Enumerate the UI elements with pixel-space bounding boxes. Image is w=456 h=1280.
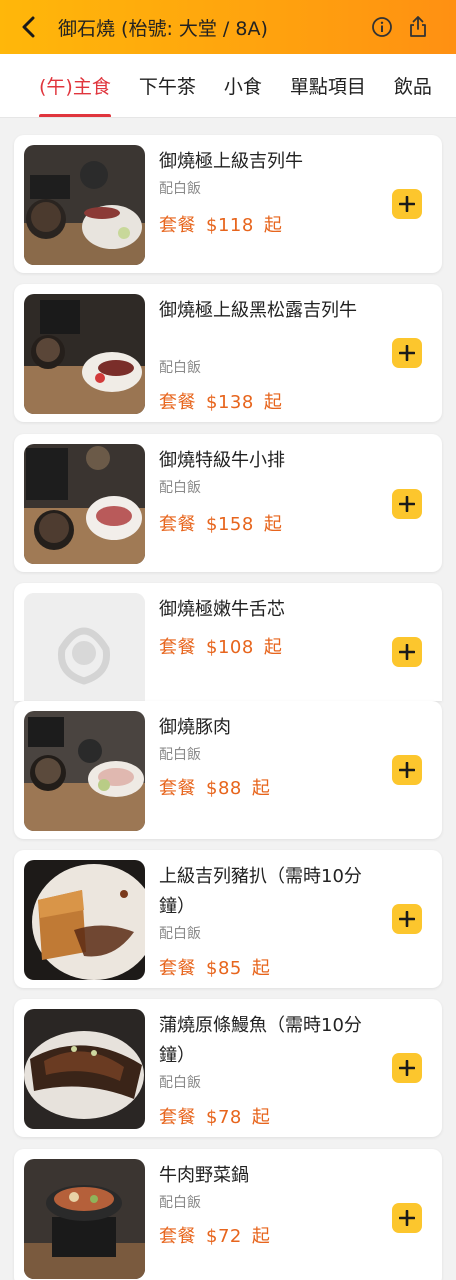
- item-price: 套餐 $88 起: [159, 774, 270, 800]
- item-price: 套餐 $158 起: [159, 510, 282, 536]
- tab-drinks[interactable]: 飲品: [394, 54, 432, 117]
- price-amount: $158: [206, 514, 254, 535]
- add-button[interactable]: [392, 1203, 422, 1233]
- price-suffix: 起: [251, 1226, 271, 1247]
- price-amount: $108: [206, 637, 254, 658]
- chevron-left-icon: [22, 16, 35, 38]
- item-name: 御燒極上級黑松露吉列牛: [159, 300, 357, 321]
- item-price: 套餐 $118 起: [159, 211, 282, 237]
- menu-item[interactable]: 蒲燒原條鰻魚（需時10分鐘） 配白飯 套餐 $78 起: [14, 999, 442, 1137]
- price-suffix: 起: [251, 958, 271, 979]
- item-subtitle: 配白飯: [159, 1195, 201, 1211]
- price-suffix: 起: [263, 215, 283, 236]
- tab-afternoon-tea[interactable]: 下午茶: [139, 54, 196, 117]
- price-suffix: 起: [251, 1107, 271, 1128]
- plus-icon: [399, 196, 415, 212]
- food-image: [24, 1159, 145, 1279]
- plus-icon: [399, 1210, 415, 1226]
- menu-item[interactable]: 御燒豚肉 配白飯 套餐 $88 起: [14, 701, 442, 839]
- item-name: 蒲燒原條鰻魚（需時10分鐘）: [159, 1015, 362, 1066]
- tab-a-la-carte[interactable]: 單點項目: [290, 54, 366, 117]
- add-button[interactable]: [392, 189, 422, 219]
- item-price: 套餐 $108 起: [159, 633, 282, 659]
- item-price: 套餐 $85 起: [159, 954, 270, 980]
- price-suffix: 起: [263, 514, 283, 535]
- add-button[interactable]: [392, 1053, 422, 1083]
- add-button[interactable]: [392, 637, 422, 667]
- plus-icon: [399, 1060, 415, 1076]
- placeholder-image: [24, 593, 145, 701]
- plus-icon: [399, 644, 415, 660]
- item-subtitle: 配白飯: [159, 1075, 201, 1091]
- item-price: 套餐 $72 起: [159, 1222, 270, 1248]
- food-image: [24, 711, 145, 831]
- price-suffix: 起: [251, 778, 271, 799]
- price-prefix: 套餐: [159, 514, 196, 535]
- tab-lunch-main[interactable]: (午)主食: [39, 54, 111, 117]
- food-image: [24, 860, 145, 980]
- price-prefix: 套餐: [159, 1226, 196, 1247]
- food-image: [24, 145, 145, 265]
- menu-item[interactable]: 上級吉列豬扒（需時10分鐘） 配白飯 套餐 $85 起: [14, 850, 442, 988]
- info-button[interactable]: [364, 0, 400, 54]
- menu-item[interactable]: 御燒極上級黑松露吉列牛 配白飯 套餐 $138 起: [14, 284, 442, 422]
- item-subtitle: 配白飯: [159, 480, 201, 496]
- item-name: 御燒豚肉: [159, 717, 231, 738]
- menu-item[interactable]: 牛肉野菜鍋 配白飯 套餐 $72 起: [14, 1149, 442, 1280]
- price-amount: $138: [206, 392, 254, 413]
- back-button[interactable]: [0, 0, 58, 54]
- add-button[interactable]: [392, 904, 422, 934]
- item-subtitle: 配白飯: [159, 926, 201, 942]
- price-amount: $88: [206, 778, 242, 799]
- price-suffix: 起: [263, 637, 283, 658]
- price-amount: $85: [206, 958, 242, 979]
- item-subtitle: 配白飯: [159, 747, 201, 763]
- menu-item[interactable]: 御燒極嫩牛舌芯 套餐 $108 起: [14, 583, 442, 701]
- item-name: 牛肉野菜鍋: [159, 1165, 249, 1186]
- price-prefix: 套餐: [159, 958, 196, 979]
- add-button[interactable]: [392, 489, 422, 519]
- plus-icon: [399, 911, 415, 927]
- page-title: 御石燒 (枱號: 大堂 / 8A): [58, 17, 268, 40]
- price-prefix: 套餐: [159, 1107, 196, 1128]
- share-icon: [410, 16, 426, 37]
- item-name: 御燒極上級吉列牛: [159, 151, 303, 172]
- item-name: 御燒特級牛小排: [159, 450, 285, 471]
- price-prefix: 套餐: [159, 215, 196, 236]
- price-suffix: 起: [263, 392, 283, 413]
- food-image: [24, 1009, 145, 1129]
- item-price: 套餐 $78 起: [159, 1103, 270, 1129]
- menu-item[interactable]: 御燒特級牛小排 配白飯 套餐 $158 起: [14, 434, 442, 572]
- price-prefix: 套餐: [159, 392, 196, 413]
- item-name: 御燒極嫩牛舌芯: [159, 599, 285, 620]
- price-amount: $72: [206, 1226, 242, 1247]
- price-amount: $118: [206, 215, 254, 236]
- plus-icon: [399, 762, 415, 778]
- info-icon: [372, 17, 392, 37]
- tab-snacks[interactable]: 小食: [224, 54, 262, 117]
- plus-icon: [399, 496, 415, 512]
- category-tabs: (午)主食 下午茶 小食 單點項目 飲品: [0, 54, 456, 118]
- menu-item[interactable]: 御燒極上級吉列牛 配白飯 套餐 $118 起: [14, 135, 442, 273]
- item-subtitle: 配白飯: [159, 360, 201, 376]
- add-button[interactable]: [392, 755, 422, 785]
- item-price: 套餐 $138 起: [159, 388, 282, 414]
- food-image: [24, 294, 145, 414]
- item-name: 上級吉列豬扒（需時10分鐘）: [159, 866, 362, 917]
- price-prefix: 套餐: [159, 637, 196, 658]
- share-button[interactable]: [400, 0, 436, 54]
- price-amount: $78: [206, 1107, 242, 1128]
- add-button[interactable]: [392, 338, 422, 368]
- plus-icon: [399, 345, 415, 361]
- food-image: [24, 444, 145, 564]
- item-subtitle: 配白飯: [159, 181, 201, 197]
- top-bar: 御石燒 (枱號: 大堂 / 8A): [0, 0, 456, 54]
- price-prefix: 套餐: [159, 778, 196, 799]
